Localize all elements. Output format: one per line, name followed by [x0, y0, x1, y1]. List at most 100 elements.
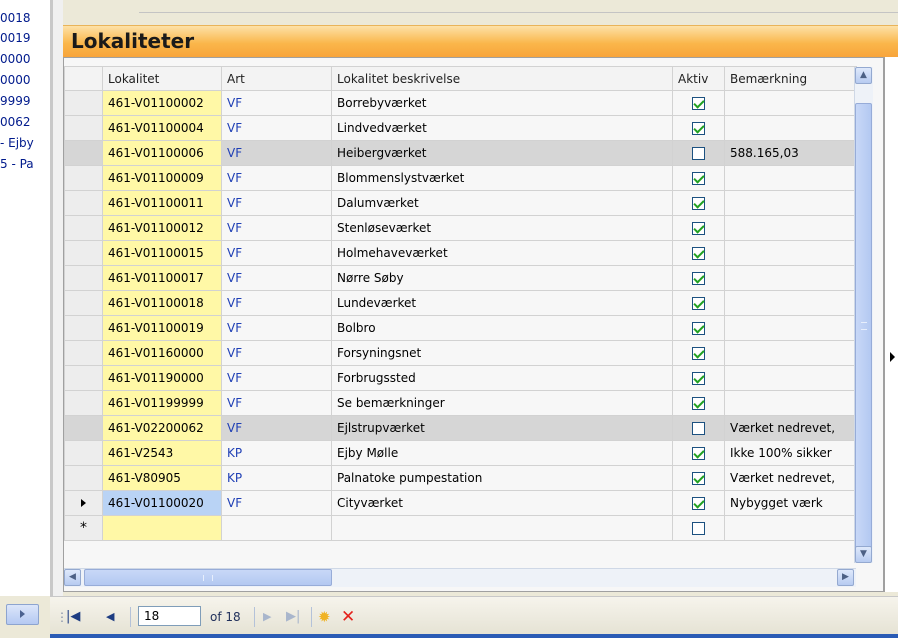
new-record-row[interactable]: * — [64, 515, 857, 541]
cell-lokalitet[interactable]: 461-V01100015 — [102, 240, 222, 266]
cell-beskrivelse[interactable]: Palnatoke pumpestation — [331, 465, 673, 491]
add-new-icon[interactable]: ✹ — [318, 608, 331, 626]
left-panel-expand-button[interactable] — [6, 604, 39, 625]
cell-art[interactable]: VF — [221, 115, 332, 141]
cell-lokalitet[interactable]: 461-V01100012 — [102, 215, 222, 241]
table-row[interactable]: 461-V01100018 VF Lundeværket — [64, 290, 857, 316]
cell-lokalitet[interactable]: 461-V01160000 — [102, 340, 222, 366]
aktiv-checkbox[interactable] — [692, 522, 705, 535]
aktiv-checkbox[interactable] — [692, 397, 705, 410]
cell-aktiv[interactable] — [672, 140, 725, 166]
aktiv-checkbox[interactable] — [692, 222, 705, 235]
row-selector[interactable] — [64, 215, 103, 241]
left-list-item[interactable]: 0000 — [0, 49, 50, 69]
cell-art[interactable]: VF — [221, 315, 332, 341]
cell-lokalitet[interactable]: 461-V80905 — [102, 465, 222, 491]
scroll-right-icon[interactable]: ▶ — [837, 569, 854, 586]
cell-art[interactable]: KP — [221, 440, 332, 466]
scroll-left-icon[interactable]: ◀ — [64, 569, 81, 586]
left-list-item[interactable]: - Ejby — [0, 133, 50, 153]
cell-art[interactable]: KP — [221, 465, 332, 491]
cell-aktiv[interactable] — [672, 240, 725, 266]
cell-art[interactable]: VF — [221, 240, 332, 266]
aktiv-checkbox[interactable] — [692, 147, 705, 160]
cell-art[interactable]: VF — [221, 190, 332, 216]
cell-bemaerkning[interactable] — [724, 115, 857, 141]
row-selector[interactable] — [64, 440, 103, 466]
aktiv-checkbox[interactable] — [692, 97, 705, 110]
last-record-icon[interactable]: ▶| — [286, 608, 300, 626]
cell-lokalitet[interactable]: 461-V01100017 — [102, 265, 222, 291]
left-list-item[interactable]: 0018 — [0, 8, 50, 28]
expand-arrow-icon[interactable] — [890, 352, 895, 362]
cell-aktiv[interactable] — [672, 440, 725, 466]
aktiv-checkbox[interactable] — [692, 297, 705, 310]
left-list-item[interactable]: 0000 — [0, 70, 50, 90]
cell-bemaerkning[interactable] — [724, 190, 857, 216]
cell-beskrivelse[interactable]: Lundeværket — [331, 290, 673, 316]
column-header-art[interactable]: Art — [221, 66, 332, 91]
table-row[interactable]: 461-V01100011 VF Dalumværket — [64, 190, 857, 216]
aktiv-checkbox[interactable] — [692, 372, 705, 385]
cell-art[interactable]: VF — [221, 340, 332, 366]
cell-bemaerkning[interactable] — [724, 265, 857, 291]
cell-aktiv[interactable] — [672, 165, 725, 191]
row-selector[interactable] — [64, 490, 103, 516]
cell-aktiv[interactable] — [672, 465, 725, 491]
column-header-bemaerkning[interactable]: Bemærkning — [724, 66, 857, 91]
table-row[interactable]: 461-V01100019 VF Bolbro — [64, 315, 857, 341]
cell-beskrivelse[interactable]: Lindvedværket — [331, 115, 673, 141]
cell-aktiv[interactable] — [672, 365, 725, 391]
table-row[interactable]: 461-V02200062 VF Ejlstrupværket Værket nedr… — [64, 415, 857, 441]
cell-bemaerkning[interactable] — [724, 390, 857, 416]
delete-icon[interactable]: ✕ — [341, 608, 355, 626]
cell-bemaerkning[interactable]: Værket nedrevet, — [724, 415, 857, 441]
cell-lokalitet[interactable]: 461-V2543 — [102, 440, 222, 466]
cell-lokalitet[interactable]: 461-V01100006 — [102, 140, 222, 166]
aktiv-checkbox[interactable] — [692, 272, 705, 285]
cell-aktiv[interactable] — [672, 515, 725, 541]
table-row[interactable]: 461-V01100020 VF Cityværket Nybygget værk — [64, 490, 857, 516]
table-row[interactable]: 461-V2543 KP Ejby Mølle Ikke 100% sikker — [64, 440, 857, 466]
cell-aktiv[interactable] — [672, 490, 725, 516]
row-selector[interactable] — [64, 140, 103, 166]
cell-art[interactable]: VF — [221, 490, 332, 516]
cell-art[interactable]: VF — [221, 215, 332, 241]
left-list-item[interactable]: 5 - Pa — [0, 154, 50, 174]
table-row[interactable]: 461-V01100004 VF Lindvedværket — [64, 115, 857, 141]
cell-lokalitet[interactable]: 461-V02200062 — [102, 415, 222, 441]
previous-record-icon[interactable]: ◀ — [106, 608, 114, 626]
scroll-up-icon[interactable]: ▲ — [855, 67, 872, 84]
row-selector[interactable] — [64, 190, 103, 216]
cell-beskrivelse[interactable]: Cityværket — [331, 490, 673, 516]
table-row[interactable]: 461-V01190000 VF Forbrugssted — [64, 365, 857, 391]
cell-lokalitet[interactable]: 461-V01100019 — [102, 315, 222, 341]
row-selector[interactable] — [64, 340, 103, 366]
cell-beskrivelse[interactable]: Blommenslystværket — [331, 165, 673, 191]
cell-bemaerkning[interactable] — [724, 90, 857, 116]
cell-bemaerkning[interactable] — [724, 240, 857, 266]
data-grid[interactable]: Lokalitet Art Lokalitet beskrivelse Akti… — [63, 57, 884, 592]
left-list-item[interactable]: 0019 — [0, 28, 50, 48]
table-row[interactable]: 461-V01160000 VF Forsyningsnet — [64, 340, 857, 366]
cell-bemaerkning[interactable] — [724, 365, 857, 391]
cell-lokalitet[interactable]: 461-V01190000 — [102, 365, 222, 391]
cell-art[interactable] — [221, 515, 332, 541]
table-row[interactable]: 461-V80905 KP Palnatoke pumpestation Værket… — [64, 465, 857, 491]
table-row[interactable]: 461-V01100017 VF Nørre Søby — [64, 265, 857, 291]
cell-beskrivelse[interactable]: Ejby Mølle — [331, 440, 673, 466]
column-header-beskrivelse[interactable]: Lokalitet beskrivelse — [331, 66, 673, 91]
cell-beskrivelse[interactable]: Dalumværket — [331, 190, 673, 216]
table-row[interactable]: 461-V01199999 VF Se bemærkninger — [64, 390, 857, 416]
cell-beskrivelse[interactable]: Nørre Søby — [331, 265, 673, 291]
cell-lokalitet[interactable]: 461-V01100020 — [102, 490, 222, 516]
aktiv-checkbox[interactable] — [692, 447, 705, 460]
row-selector[interactable] — [64, 290, 103, 316]
aktiv-checkbox[interactable] — [692, 472, 705, 485]
aktiv-checkbox[interactable] — [692, 497, 705, 510]
row-selector[interactable]: * — [64, 515, 103, 541]
cell-lokalitet[interactable] — [102, 515, 222, 541]
cell-lokalitet[interactable]: 461-V01100002 — [102, 90, 222, 116]
table-row[interactable]: 461-V01100015 VF Holmehaveværket — [64, 240, 857, 266]
cell-beskrivelse[interactable]: Se bemærkninger — [331, 390, 673, 416]
